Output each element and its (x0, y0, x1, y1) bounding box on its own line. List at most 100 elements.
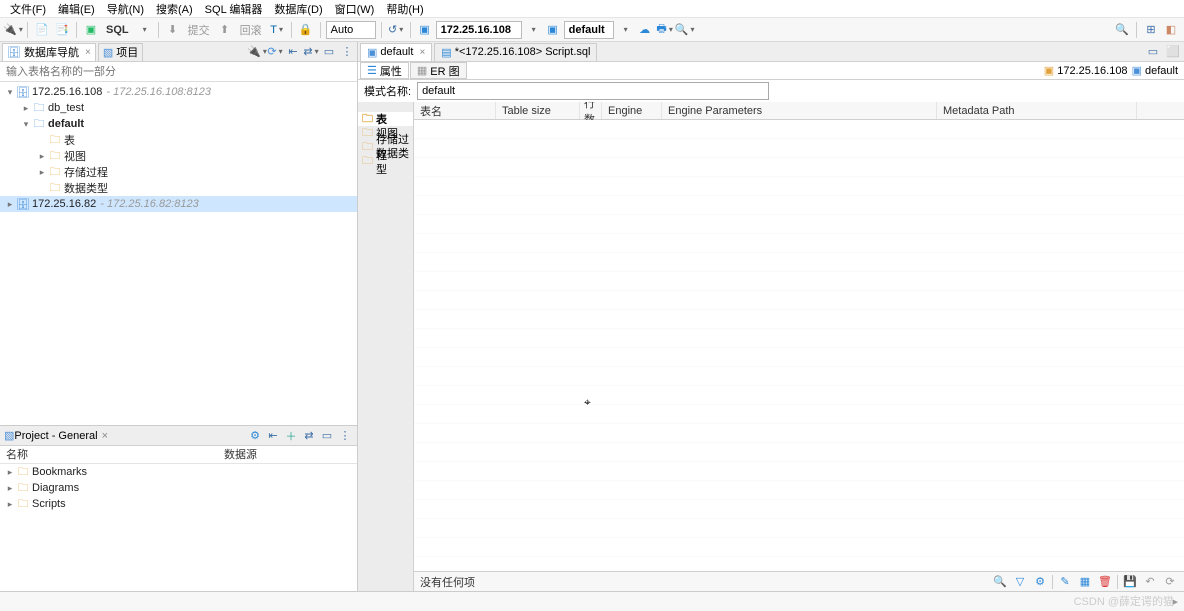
menu-window[interactable]: 窗口(W) (329, 1, 381, 17)
proj-collapse-button[interactable]: ⇤ (265, 428, 281, 444)
status-refresh-icon[interactable]: ⟳ (1162, 574, 1178, 590)
column-header[interactable]: Engine (602, 102, 662, 119)
navigator-filter-input[interactable] (0, 62, 357, 82)
menu-search[interactable]: 搜索(A) (150, 1, 199, 17)
menu-help[interactable]: 帮助(H) (380, 1, 429, 17)
column-header[interactable]: Table size (496, 102, 580, 119)
editor-min-icon[interactable]: ▭ (1144, 43, 1162, 61)
editor-max-icon[interactable]: ⬜ (1164, 43, 1182, 61)
subtab-er-diagram[interactable]: ▦ ER 图 (410, 62, 467, 79)
schema-name-input[interactable] (417, 82, 769, 100)
column-header[interactable]: 表名 (414, 102, 496, 119)
active-connection[interactable]: 172.25.16.108 (436, 21, 522, 39)
crumb-connection[interactable]: ▣ 172.25.16.108 (1044, 64, 1128, 77)
navigator-tree[interactable]: ▾🗄172.25.16.108- 172.25.16.108:8123▸🗀db_… (0, 82, 357, 425)
cloud-button[interactable]: ☁ (636, 21, 654, 39)
menu-navigate[interactable]: 导航(N) (101, 1, 150, 17)
sql-editor-button[interactable]: ▣ (82, 21, 100, 39)
grid-body[interactable]: ⌖ (414, 120, 1184, 571)
nav-min-button[interactable]: ▭ (321, 44, 337, 60)
project-item[interactable]: ▸🗀Diagrams (0, 480, 357, 496)
obj-type-item[interactable]: 🗀数据类型 (358, 154, 413, 168)
close-icon[interactable]: × (102, 430, 108, 442)
menu-sql-editor[interactable]: SQL 编辑器 (199, 1, 269, 17)
status-delete-icon[interactable]: 🗑 (1097, 574, 1113, 590)
tree-node[interactable]: 🗀数据类型 (0, 180, 357, 196)
expand-toggle[interactable]: ▸ (36, 167, 48, 178)
close-icon[interactable]: × (85, 47, 91, 58)
database-dropdown[interactable] (616, 21, 634, 39)
folder-icon: 🗀 (48, 133, 62, 147)
search-button[interactable]: 🔍 (676, 21, 694, 39)
expand-toggle[interactable]: ▸ (20, 103, 32, 114)
nav-link-button[interactable]: ⇄ (303, 44, 319, 60)
expand-toggle[interactable]: ▸ (4, 199, 16, 210)
menu-file[interactable]: 文件(F) (4, 1, 52, 17)
menu-database[interactable]: 数据库(D) (268, 1, 328, 17)
col-datasource[interactable]: 数据源 (218, 446, 263, 463)
status-revert-icon[interactable]: ↶ (1142, 574, 1158, 590)
subtab-properties[interactable]: ☰ 属性 (360, 62, 409, 79)
proj-min-button[interactable]: ▭ (319, 428, 335, 444)
commit-icon[interactable]: ⬇ (164, 21, 182, 39)
nav-collapse-button[interactable]: ⇤ (285, 44, 301, 60)
expand-toggle[interactable]: ▸ (4, 467, 16, 478)
proj-new-button[interactable]: ＋ (283, 428, 299, 444)
col-name[interactable]: 名称 (0, 446, 218, 463)
menu-edit[interactable]: 编辑(E) (52, 1, 101, 17)
tab-database-navigator[interactable]: 🗄 数据库导航 × (2, 43, 96, 61)
nav-refresh-button[interactable]: ⟳ (267, 44, 283, 60)
print-button[interactable]: 🖶 (656, 21, 674, 39)
status-grid-icon[interactable]: ▦ (1077, 574, 1093, 590)
column-header[interactable]: 行数 (580, 102, 602, 119)
lock-icon[interactable]: 🔒 (297, 21, 315, 39)
status-search-icon[interactable]: 🔍 (992, 574, 1008, 590)
object-type-list[interactable]: ↗ 🗀表🗀视图🗀存储过程🗀数据类型 (358, 102, 414, 591)
nav-new-button[interactable]: 🔌 (249, 44, 265, 60)
status-filter-icon[interactable]: ▽ (1012, 574, 1028, 590)
dbeaver-perspective[interactable]: ◧ (1162, 21, 1180, 39)
project-item[interactable]: ▸🗀Bookmarks (0, 464, 357, 480)
project-tree[interactable]: ▸🗀Bookmarks▸🗀Diagrams▸🗀Scripts (0, 464, 357, 591)
editor-tab-default[interactable]: ▣ default × (360, 43, 432, 61)
proj-settings-button[interactable]: ⚙ (247, 428, 263, 444)
new-sql-button[interactable]: 📄 (33, 21, 51, 39)
tree-node[interactable]: ▾🗄172.25.16.108- 172.25.16.108:8123 (0, 84, 357, 100)
recent-sql-button[interactable]: 📑 (53, 21, 71, 39)
active-database[interactable]: default (564, 21, 614, 39)
tab-projects[interactable]: ▧ 项目 (98, 43, 143, 61)
history-button[interactable]: ↺ (387, 21, 405, 39)
proj-link-button[interactable]: ⇄ (301, 428, 317, 444)
connection-dropdown[interactable] (524, 21, 542, 39)
editor-tab-script[interactable]: ▤ *<172.25.16.108> Script.sql (434, 43, 597, 61)
tx-mode-button[interactable]: T (268, 21, 286, 39)
new-connection-button[interactable]: 🔌 (4, 21, 22, 39)
expand-toggle[interactable]: ▸ (4, 499, 16, 510)
rollback-icon[interactable]: ⬆ (216, 21, 234, 39)
perspective-button[interactable]: ⊞ (1142, 21, 1160, 39)
status-settings-icon[interactable]: ⚙ (1032, 574, 1048, 590)
global-search-icon[interactable]: 🔍 (1113, 21, 1131, 39)
rollback-label[interactable]: 回滚 (236, 22, 266, 38)
conn-icon: ▣ (1044, 64, 1054, 77)
sql-label: SQL (102, 24, 133, 36)
status-edit-icon[interactable]: ✎ (1057, 574, 1073, 590)
column-header[interactable]: Engine Parameters (662, 102, 937, 119)
properties-icon: ☰ (367, 64, 377, 77)
column-header[interactable]: Metadata Path (937, 102, 1137, 119)
project-item[interactable]: ▸🗀Scripts (0, 496, 357, 512)
status-save-icon[interactable]: 💾 (1122, 574, 1138, 590)
tree-node[interactable]: ▸🗄172.25.16.82- 172.25.16.82:8123 (0, 196, 357, 212)
commit-label[interactable]: 提交 (184, 22, 214, 38)
expand-toggle[interactable]: ▾ (4, 87, 16, 98)
auto-commit-select[interactable]: Auto (326, 21, 376, 39)
close-icon[interactable]: × (419, 47, 425, 58)
crumb-database[interactable]: ▣ default (1132, 64, 1178, 77)
nav-menu-button[interactable]: ⋮ (339, 44, 355, 60)
expand-toggle[interactable]: ▾ (20, 119, 32, 130)
expand-toggle[interactable]: ▸ (36, 151, 48, 162)
proj-menu-button[interactable]: ⋮ (337, 428, 353, 444)
tree-node[interactable]: ▸🗀db_test (0, 100, 357, 116)
expand-toggle[interactable]: ▸ (4, 483, 16, 494)
sql-dropdown[interactable] (135, 21, 153, 39)
